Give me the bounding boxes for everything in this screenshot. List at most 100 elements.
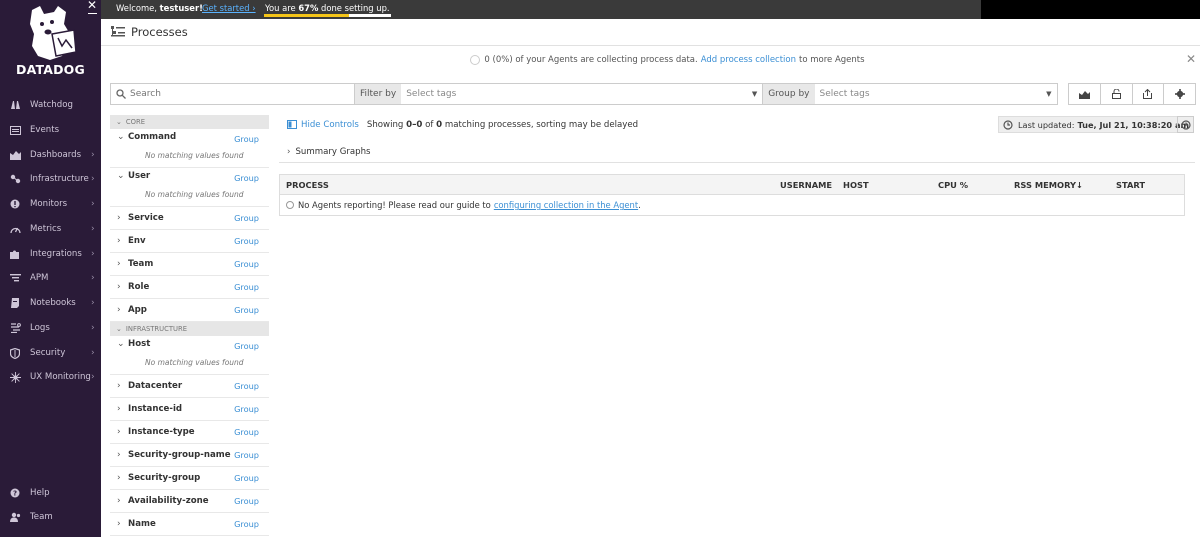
sidebar-item-label: Notebooks — [30, 298, 76, 308]
datadog-logo[interactable]: DATADOG — [0, 0, 101, 82]
col-process[interactable]: PROCESS — [286, 180, 329, 190]
facet-user[interactable]: ⌄ User Group No matching values found — [110, 168, 269, 207]
facet-name[interactable]: › Name Group — [110, 513, 269, 536]
group-link[interactable]: Group — [234, 427, 259, 437]
sidebar-item-monitors[interactable]: Monitors › — [0, 193, 101, 215]
sidebar-item-notebooks[interactable]: Notebooks › — [0, 292, 101, 314]
facet-env[interactable]: › Env Group — [110, 230, 269, 253]
facet-host[interactable]: ⌄ Host Group No matching values found — [110, 336, 269, 375]
group-link[interactable]: Group — [234, 341, 259, 351]
sidebar-item-help[interactable]: ? Help — [0, 482, 101, 504]
chevron-right-icon: › — [91, 298, 95, 308]
col-host[interactable]: HOST — [843, 180, 869, 190]
group-link[interactable]: Group — [234, 519, 259, 529]
processes-icon — [111, 26, 127, 38]
group-link[interactable]: Group — [234, 282, 259, 292]
section-core[interactable]: ⌄ CORE — [110, 115, 269, 129]
filter-tags-select[interactable]: Select tags ▼ — [401, 84, 764, 104]
summary-graphs-toggle[interactable]: › Summary Graphs — [279, 142, 1195, 163]
time-selector-button[interactable] — [1177, 116, 1194, 133]
search-field[interactable] — [111, 84, 355, 104]
apm-icon — [0, 273, 30, 283]
group-link[interactable]: Group — [234, 236, 259, 246]
chevron-right-icon: › — [91, 199, 95, 209]
group-link[interactable]: Group — [234, 404, 259, 414]
sidebar-item-infrastructure[interactable]: Infrastructure › — [0, 168, 101, 190]
chevron-down-icon: ⌄ — [117, 132, 125, 142]
col-start[interactable]: START — [1116, 180, 1145, 190]
group-link[interactable]: Group — [234, 173, 259, 183]
sidebar-item-label: UX Monitoring — [30, 372, 91, 382]
facet-security-group[interactable]: › Security-group Group — [110, 467, 269, 490]
group-link[interactable]: Group — [234, 450, 259, 460]
group-link[interactable]: Group — [234, 134, 259, 144]
sidebar-item-label: Integrations — [30, 249, 82, 259]
sidebar: DATADOG ✕ Watchdog Events Dashboards › Infra… — [0, 0, 101, 537]
sidebar-item-watchdog[interactable]: Watchdog — [0, 94, 101, 116]
chevron-right-icon: › — [91, 174, 95, 184]
setup-progress[interactable]: You are 67% done setting up. — [264, 1, 391, 18]
sidebar-item-integrations[interactable]: Integrations › — [0, 243, 101, 265]
get-started-link[interactable]: Get started › — [202, 3, 256, 13]
group-link[interactable]: Group — [234, 473, 259, 483]
facet-security-group-name[interactable]: › Security-group-name Group — [110, 444, 269, 467]
search-icon — [116, 89, 126, 99]
chevron-down-icon: ⌄ — [117, 171, 125, 181]
sidebar-item-events[interactable]: Events — [0, 119, 101, 141]
col-cpu[interactable]: CPU % — [938, 180, 968, 190]
sidebar-item-ux-monitoring[interactable]: UX Monitoring › — [0, 366, 101, 388]
close-icon[interactable]: ✕ — [1186, 52, 1196, 66]
search-input[interactable] — [130, 89, 350, 99]
facet-instance-id[interactable]: › Instance-id Group — [110, 398, 269, 421]
group-link[interactable]: Group — [234, 213, 259, 223]
group-link[interactable]: Group — [234, 259, 259, 269]
section-infrastructure[interactable]: ⌄ INFRASTRUCTURE — [110, 322, 269, 336]
sidebar-item-label: Metrics — [30, 224, 62, 234]
notebook-icon — [0, 298, 30, 308]
group-link[interactable]: Group — [234, 381, 259, 391]
sidebar-item-label: Dashboards — [30, 150, 82, 160]
group-link[interactable]: Group — [234, 496, 259, 506]
sidebar-item-security[interactable]: Security › — [0, 342, 101, 364]
sidebar-item-apm[interactable]: APM › — [0, 267, 101, 289]
shield-icon — [0, 347, 30, 359]
facet-instance-type[interactable]: › Instance-type Group — [110, 421, 269, 444]
sidebar-item-label: Infrastructure — [30, 174, 89, 184]
sidebar-item-team[interactable]: Team — [0, 506, 101, 528]
sidebar-item-label: Help — [30, 488, 50, 498]
sidebar-item-label: Events — [30, 125, 60, 135]
configuring-collection-link[interactable]: configuring collection in the Agent — [494, 200, 638, 210]
graph-button[interactable] — [1069, 84, 1101, 104]
facet-role[interactable]: › Role Group — [110, 276, 269, 299]
facet-command[interactable]: ⌄ Command Group No matching values found — [110, 129, 269, 168]
col-rss-memory[interactable]: RSS MEMORY↓ — [1014, 180, 1083, 190]
minimize-icon[interactable] — [88, 13, 97, 14]
close-sidebar-icon[interactable]: ✕ — [87, 0, 97, 11]
settings-button[interactable] — [1164, 84, 1195, 104]
sidebar-item-dashboards[interactable]: Dashboards › — [0, 144, 101, 166]
table-empty-row: No Agents reporting! Please read our gui… — [280, 195, 1184, 215]
export-button[interactable] — [1133, 84, 1165, 104]
datadog-dog-icon — [30, 6, 77, 60]
chevron-right-icon: › — [91, 323, 95, 333]
facet-app[interactable]: › App Group — [110, 299, 269, 322]
sidebar-item-label: Watchdog — [30, 100, 73, 110]
showing-text: Showing 0–0 of 0 matching processes, sor… — [366, 119, 639, 130]
team-icon — [0, 512, 30, 522]
add-process-collection-link[interactable]: Add process collection — [701, 55, 796, 65]
facet-team[interactable]: › Team Group — [110, 253, 269, 276]
group-link[interactable]: Group — [234, 305, 259, 315]
group-tags-select[interactable]: Select tags ▼ — [815, 84, 1057, 104]
banner-text-end: to more Agents — [799, 55, 865, 65]
hide-controls-link[interactable]: Hide Controls — [301, 120, 359, 130]
chevron-right-icon: › — [91, 273, 95, 283]
col-username[interactable]: USERNAME — [780, 180, 832, 190]
welcome-text: Welcome, testuser! — [116, 3, 203, 13]
lock-button[interactable] — [1101, 84, 1133, 104]
facet-availability-zone[interactable]: › Availability-zone Group — [110, 490, 269, 513]
sidebar-item-metrics[interactable]: Metrics › — [0, 218, 101, 240]
chevron-right-icon: › — [91, 372, 95, 382]
facet-service[interactable]: › Service Group — [110, 207, 269, 230]
facet-datacenter[interactable]: › Datacenter Group — [110, 375, 269, 398]
sidebar-item-logs[interactable]: Logs › — [0, 317, 101, 339]
